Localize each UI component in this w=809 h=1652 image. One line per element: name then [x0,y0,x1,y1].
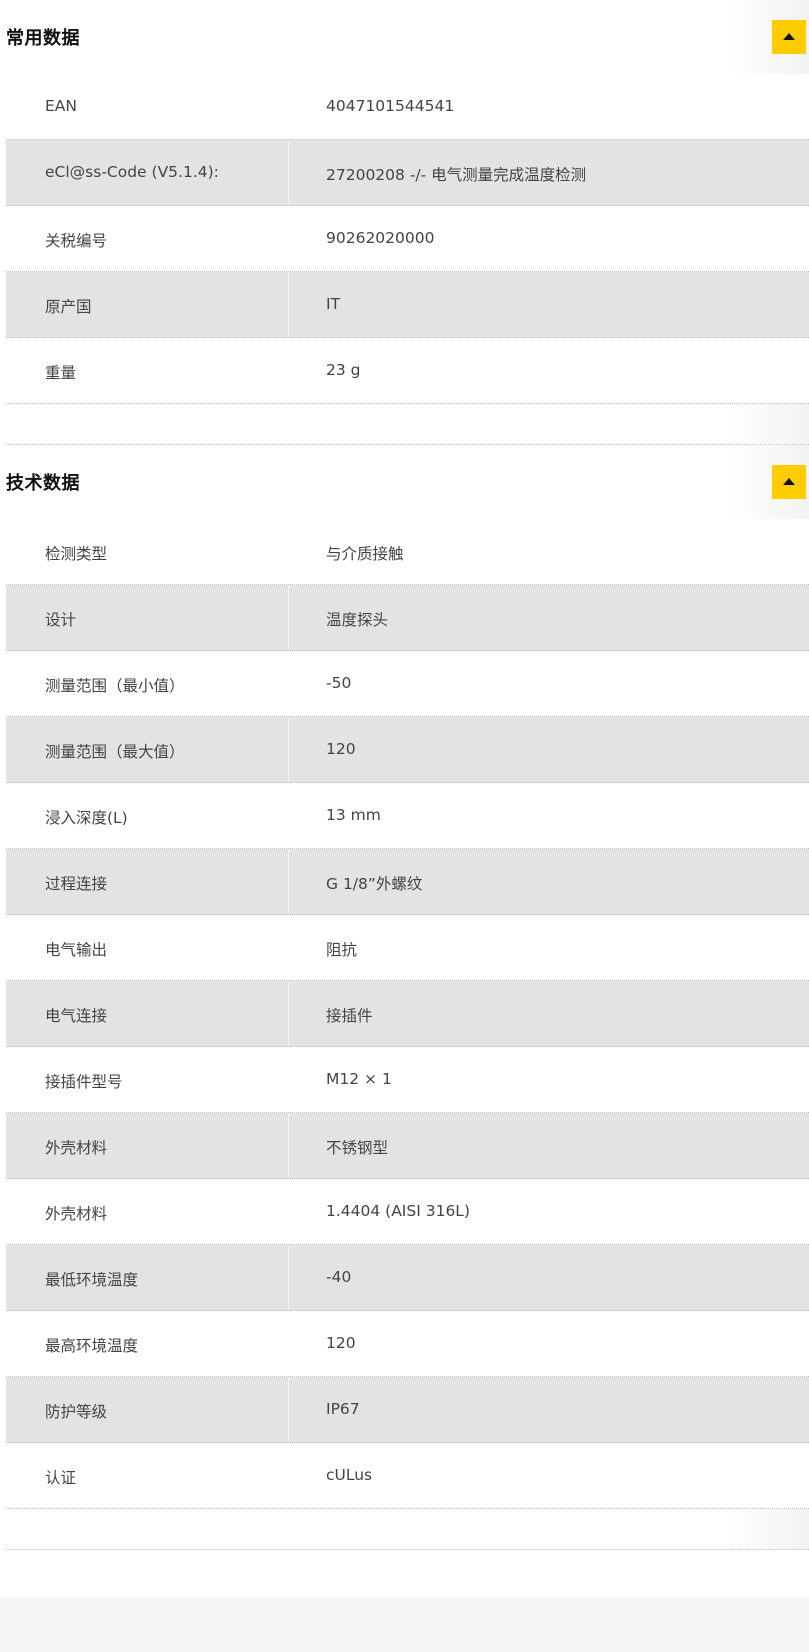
column-divider [288,849,289,914]
row-value: IP67 [326,1400,360,1418]
page-bottom-area [0,1598,809,1652]
table-row: 电气连接 接插件 [6,981,809,1047]
table-row: 电气输出 阻抗 [6,915,809,981]
table-row: 防护等级 IP67 [6,1377,809,1443]
table-row: 重量 23 g [6,338,809,404]
row-value: -50 [326,674,352,692]
row-label: 重量 [45,364,77,382]
row-value: 90262020000 [326,229,435,247]
row-value: 阻抗 [326,941,358,959]
table-row: EAN 4047101544541 [6,74,809,140]
row-label: 测量范围（最小值） [45,677,185,695]
row-value: 1.4404 (AISI 316L) [326,1202,470,1220]
column-divider [288,717,289,782]
row-value: cULus [326,1466,373,1484]
column-divider [288,1113,289,1178]
row-value: M12 × 1 [326,1070,392,1088]
row-value: G 1/8”外螺纹 [326,875,423,893]
caret-up-icon [783,478,795,485]
row-label: 最低环境温度 [45,1271,139,1289]
column-divider [288,338,289,403]
row-label: 电气输出 [45,941,108,959]
row-value: 与介质接触 [326,545,404,563]
caret-up-icon [783,33,795,40]
row-value: 120 [326,740,356,758]
row-label: 最高环境温度 [45,1337,139,1355]
row-label: 认证 [45,1469,77,1487]
row-label: EAN [45,97,77,115]
row-label: 测量范围（最大值） [45,743,185,761]
table-row: 原产国 IT [6,272,809,338]
row-label: 外壳材料 [45,1139,108,1157]
row-label: 外壳材料 [45,1205,108,1223]
row-label: 原产国 [45,298,92,316]
data-table: 检测类型 与介质接触设计 温度探头测量范围（最小值） -50 测量范围（最大值） 120 浸… [6,519,809,1509]
section-divider [6,404,809,445]
row-value: 13 mm [326,806,381,824]
section-divider [6,1509,809,1550]
footer-fade [729,1509,809,1549]
column-divider [288,140,289,205]
column-divider [288,1245,289,1310]
column-divider [288,1311,289,1376]
table-row: 检测类型 与介质接触 [6,519,809,585]
column-divider [288,1047,289,1112]
table-row: 测量范围（最大值） 120 [6,717,809,783]
column-divider [288,272,289,337]
column-divider [288,783,289,848]
column-divider [288,519,289,584]
row-label: 浸入深度(L) [45,809,128,827]
table-row: 过程连接 G 1/8”外螺纹 [6,849,809,915]
table-row: eCl@ss-Code (V5.1.4): 27200208 -/- 电气测量完成… [6,140,809,206]
row-label: 过程连接 [45,875,108,893]
table-row: 外壳材料 1.4404 (AISI 316L) [6,1179,809,1245]
footer-fade [729,404,809,444]
table-row: 认证 cULus [6,1443,809,1509]
row-label: 关税编号 [45,232,108,250]
column-divider [288,206,289,271]
table-row: 浸入深度(L) 13 mm [6,783,809,849]
section-header: 常用数据 [6,0,809,74]
row-label: 设计 [45,611,77,629]
section-header: 技术数据 [6,445,809,519]
column-divider [288,74,289,139]
column-divider [288,915,289,980]
table-row: 测量范围（最小值） -50 [6,651,809,717]
section-technical-data: 技术数据检测类型 与介质接触设计 温度探头测量范围（最小值） -50 测量范围（最大值）… [0,445,809,1550]
row-value: 4047101544541 [326,97,455,115]
column-divider [288,981,289,1046]
section-title: 常用数据 [6,28,80,49]
row-value: 27200208 -/- 电气测量完成温度检测 [326,166,587,184]
collapse-toggle-button[interactable] [772,465,806,499]
row-label: 电气连接 [45,1007,108,1025]
row-value: 温度探头 [326,611,389,629]
section-title: 技术数据 [6,473,80,494]
row-label: eCl@ss-Code (V5.1.4): [45,163,219,181]
table-row: 设计 温度探头 [6,585,809,651]
row-value: 23 g [326,361,361,379]
collapse-toggle-button[interactable] [772,20,806,54]
row-label: 接插件型号 [45,1073,123,1091]
table-row: 外壳材料 不锈钢型 [6,1113,809,1179]
data-table: EAN 4047101544541 eCl@ss-Code (V5.1.4): 272… [6,74,809,404]
table-row: 接插件型号 M12 × 1 [6,1047,809,1113]
column-divider [288,1443,289,1508]
product-data-page: 常用数据 EAN 4047101544541 eCl@ss-Code (V5.1.4)… [0,0,809,1550]
column-divider [288,585,289,650]
row-value: IT [326,295,341,313]
column-divider [288,1179,289,1244]
row-value: -40 [326,1268,352,1286]
column-divider [288,1377,289,1442]
row-value: 不锈钢型 [326,1139,389,1157]
section-general-data: 常用数据 EAN 4047101544541 eCl@ss-Code (V5.1.4)… [0,0,809,445]
table-row: 最低环境温度 -40 [6,1245,809,1311]
row-value: 接插件 [326,1007,373,1025]
column-divider [288,651,289,716]
row-label: 防护等级 [45,1403,108,1421]
table-row: 最高环境温度 120 [6,1311,809,1377]
row-value: 120 [326,1334,356,1352]
table-row: 关税编号 90262020000 [6,206,809,272]
row-label: 检测类型 [45,545,108,563]
